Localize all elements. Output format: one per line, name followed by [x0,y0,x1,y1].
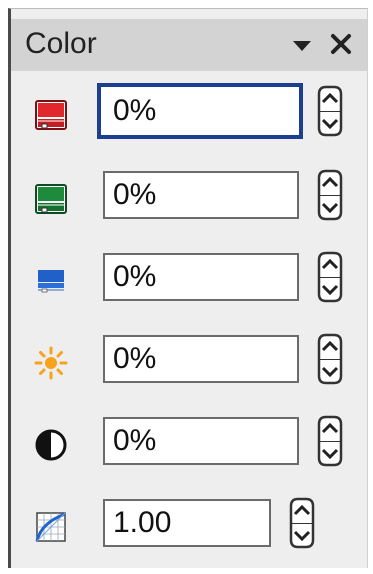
spin-down-icon[interactable] [313,195,347,222]
gamma-row [11,497,367,557]
red-channel-icon [33,97,69,133]
contrast-row [11,415,367,475]
spin-down-icon[interactable] [313,359,347,386]
green-field[interactable] [103,171,299,219]
green-spinner[interactable] [313,168,347,222]
brightness-field[interactable] [103,335,299,383]
spin-down-icon[interactable] [285,523,319,550]
spin-up-icon[interactable] [313,168,347,195]
blue-channel-icon [33,263,69,299]
spin-up-icon[interactable] [285,496,319,523]
gamma-curve-icon [33,509,69,545]
chevron-down-icon[interactable] [290,33,314,57]
red-row [11,83,367,145]
color-panel: Color [8,8,368,568]
blue-spinner[interactable] [313,250,347,304]
red-spinner[interactable] [313,84,347,138]
spin-up-icon[interactable] [313,250,347,277]
brightness-spinner[interactable] [313,332,347,386]
sun-icon [33,345,69,381]
close-icon[interactable] [327,30,355,58]
spin-up-icon[interactable] [313,332,347,359]
gamma-field[interactable] [103,499,271,547]
green-row [11,169,367,229]
green-channel-icon [33,181,69,217]
spin-down-icon[interactable] [313,441,347,468]
gamma-spinner[interactable] [285,496,319,550]
spin-down-icon[interactable] [313,277,347,304]
contrast-icon [33,427,69,463]
blue-row [11,251,367,311]
brightness-row [11,333,367,393]
spin-up-icon[interactable] [313,84,347,111]
spin-down-icon[interactable] [313,111,347,138]
panel-title: Color [25,27,97,60]
red-field[interactable] [97,83,303,139]
contrast-spinner[interactable] [313,414,347,468]
contrast-field[interactable] [103,417,299,465]
blue-field[interactable] [103,253,299,301]
spin-up-icon[interactable] [313,414,347,441]
panel-titlebar: Color [11,19,367,71]
